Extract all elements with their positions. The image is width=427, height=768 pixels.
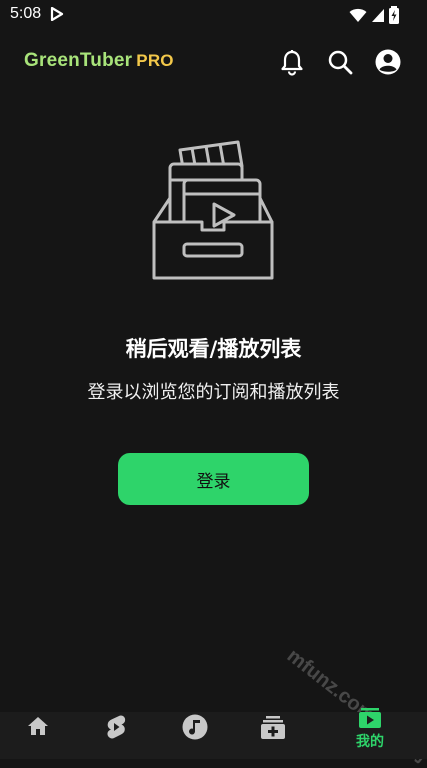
login-button[interactable]: 登录 — [118, 453, 309, 505]
subscriptions-icon — [261, 716, 285, 739]
status-time: 5:08 — [10, 5, 42, 22]
empty-state-subtitle: 登录以浏览您的订阅和播放列表 — [87, 382, 340, 403]
play-notification-icon — [50, 7, 64, 21]
library-icon — [359, 708, 381, 728]
nav-item-music[interactable] — [165, 712, 225, 759]
cellular-signal-icon — [372, 9, 384, 22]
music-icon — [182, 714, 208, 740]
wifi-icon — [349, 8, 367, 22]
nav-item-home[interactable] — [8, 712, 68, 759]
logo-main-text: GreenTuber — [24, 50, 133, 71]
app-bar: GreenTuber PRO — [0, 40, 427, 86]
account-circle-icon[interactable] — [374, 48, 402, 76]
nav-label-library: 我的 — [356, 734, 384, 750]
nav-item-library[interactable]: 我的 — [340, 708, 400, 759]
status-bar: 5:08 — [0, 0, 427, 30]
nav-item-subscriptions[interactable] — [243, 712, 303, 759]
video-inbox-illustration — [152, 140, 274, 280]
status-indicators — [349, 6, 399, 24]
logo-pro-badge: PRO — [136, 51, 174, 70]
battery-icon — [389, 6, 399, 24]
home-icon — [28, 717, 48, 735]
search-icon[interactable] — [326, 48, 354, 76]
empty-state-title: 稍后观看/播放列表 — [125, 337, 302, 361]
shorts-icon — [107, 715, 126, 739]
bottom-navigation: 我的 — [0, 708, 427, 759]
bell-icon[interactable] — [278, 48, 306, 76]
nav-item-shorts[interactable] — [86, 712, 146, 759]
app-logo: GreenTuber PRO — [24, 50, 174, 72]
